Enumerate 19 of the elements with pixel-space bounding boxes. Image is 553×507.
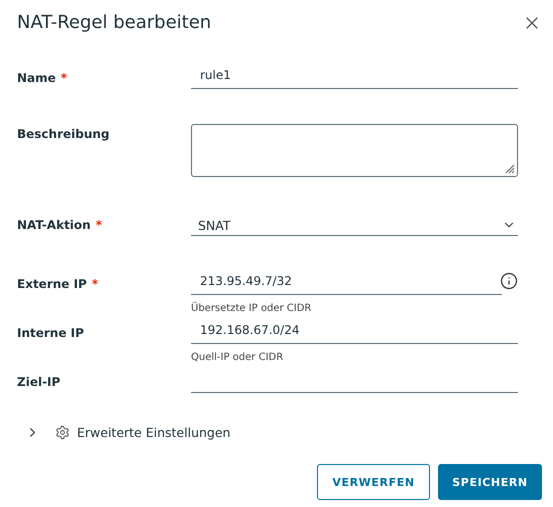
field-label: Interne IP [17,325,85,342]
resize-grip-icon[interactable] [505,164,515,174]
helper-text: Übersetzte IP oder CIDR [191,303,312,314]
dialog-title: NAT-Regel bearbeiten [17,12,212,33]
helper-text: Quell-IP oder CIDR [191,352,284,363]
field-label: Ziel-IP [17,374,62,391]
input-field[interactable]: 213.95.49.7/32 [191,271,502,295]
field-label: NAT-Aktion * [17,217,103,234]
settings-icon [55,425,70,440]
field-label: Name * [17,70,68,87]
field-label: Externe IP * [17,276,100,293]
select-field[interactable]: SNAT [191,212,518,236]
advanced-settings-toggle[interactable]: Erweiterte Einstellungen [77,425,230,440]
description-field[interactable] [191,124,518,177]
field-label: Beschreibung [17,126,111,143]
save-button[interactable]: SPEICHERN [438,464,542,500]
input-field[interactable]: rule1 [191,65,518,89]
input-field[interactable]: 192.168.67.0/24 [191,320,518,344]
discard-button[interactable]: VERWERFEN [317,464,430,500]
